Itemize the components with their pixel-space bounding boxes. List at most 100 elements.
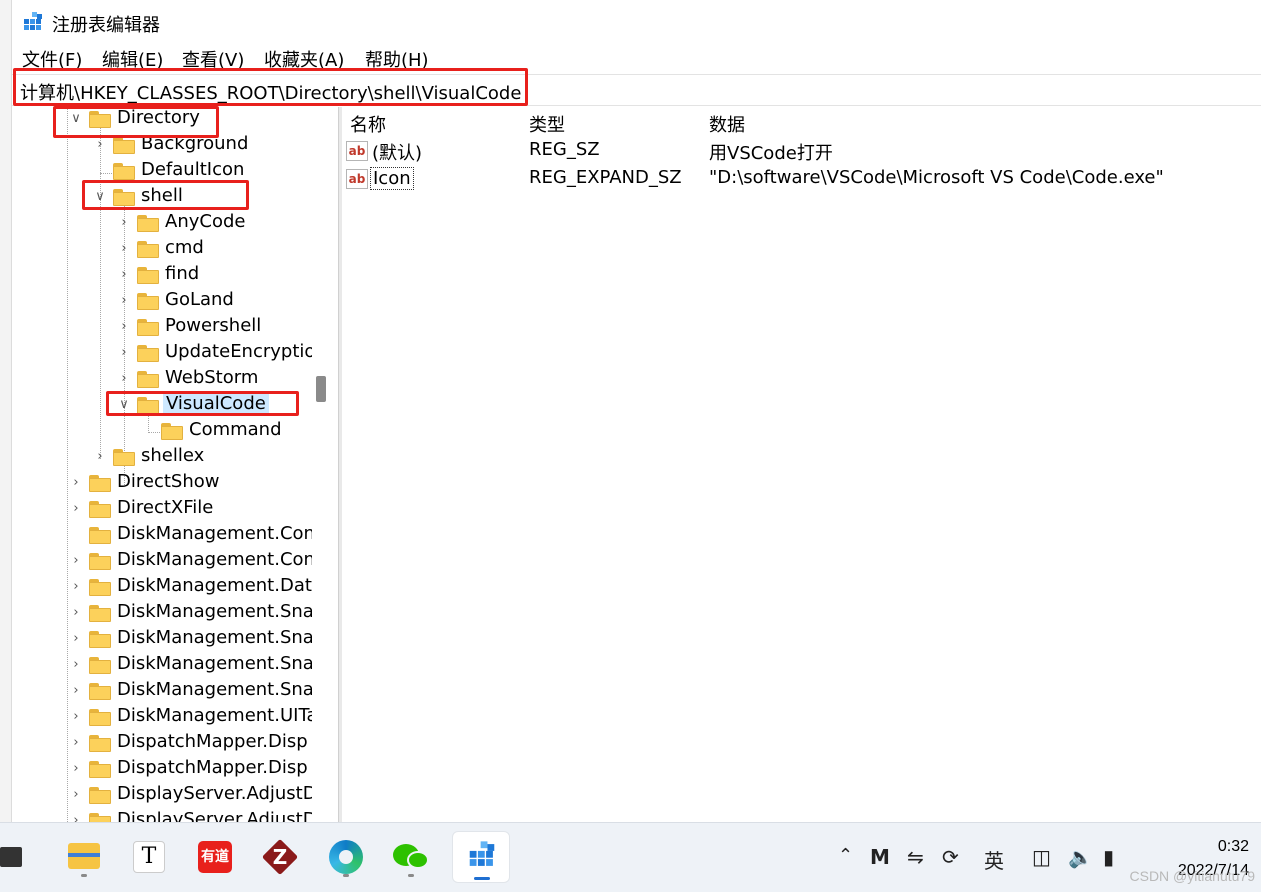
sync-icon[interactable]: ⟳: [942, 845, 959, 869]
folder-icon: [89, 735, 111, 752]
chevron-right-icon[interactable]: ›: [68, 655, 84, 675]
tree-item-updateencryption[interactable]: › UpdateEncryptio: [12, 341, 312, 367]
tree-item-dispatchmapper[interactable]: › DispatchMapper.Disp: [12, 731, 312, 757]
tree-item-defaulticon[interactable]: DefaultIcon: [12, 159, 312, 185]
chevron-right-icon[interactable]: ›: [68, 577, 84, 597]
chevron-down-icon[interactable]: ∨: [116, 395, 132, 415]
chevron-right-icon[interactable]: ›: [68, 733, 84, 753]
tree-item-command[interactable]: Command: [12, 419, 312, 445]
chevron-right-icon[interactable]: ›: [116, 239, 132, 259]
tree-item-label: UpdateEncryptio: [165, 341, 312, 362]
tree-scrollbar[interactable]: [312, 107, 330, 822]
tree-item-visualcode[interactable]: ∨ VisualCode: [12, 393, 312, 419]
menu-file[interactable]: 文件(F): [22, 46, 82, 72]
tree-item-diskmanagement[interactable]: › DiskManagement.Snap: [12, 627, 312, 653]
chevron-right-icon[interactable]: ›: [92, 135, 108, 155]
value-row-default[interactable]: ab (默认) REG_SZ 用VSCode打开: [342, 139, 1242, 165]
value-row-icon[interactable]: ab Icon REG_EXPAND_SZ "D:\software\VSCod…: [342, 167, 1242, 193]
menu-favorites[interactable]: 收藏夹(A): [264, 46, 344, 72]
filezilla-icon[interactable]: Z: [258, 835, 302, 879]
tree-scrollbar-thumb[interactable]: [316, 376, 326, 402]
chevron-right-icon[interactable]: ›: [116, 317, 132, 337]
tree-item-diskmanagement[interactable]: DiskManagement.Con: [12, 523, 312, 549]
menu-edit[interactable]: 编辑(E): [102, 46, 163, 72]
tree-item-directxfile[interactable]: › DirectXFile: [12, 497, 312, 523]
chevron-up-icon[interactable]: ⌃: [838, 845, 853, 866]
sliders-icon[interactable]: ⇋: [907, 845, 924, 869]
tree-item-diskmanagement[interactable]: › DiskManagement.Snap: [12, 679, 312, 705]
chevron-right-icon[interactable]: ›: [116, 343, 132, 363]
typora-icon[interactable]: T: [127, 835, 171, 879]
tree-item-shell[interactable]: ∨ shell: [12, 185, 312, 211]
background-window-edge: [0, 0, 12, 822]
chevron-right-icon[interactable]: ›: [68, 785, 84, 805]
tree-item-diskmanagement[interactable]: › DiskManagement.Snap: [12, 601, 312, 627]
values-list-pane[interactable]: 名称 类型 数据 ab (默认) REG_SZ 用VSCode打开 ab Ico…: [342, 107, 1261, 822]
folder-icon: [137, 371, 159, 388]
chevron-right-icon[interactable]: ›: [116, 265, 132, 285]
tree-item-displayserver[interactable]: › DisplayServer.AdjustD: [12, 783, 312, 809]
folder-icon: [161, 423, 183, 440]
battery-icon[interactable]: ▮: [1103, 845, 1114, 869]
tree-item-displayserver[interactable]: › DisplayServer.AdjustD: [12, 809, 312, 822]
folder-icon: [137, 267, 159, 284]
task-view-icon[interactable]: [0, 835, 26, 879]
address-bar[interactable]: 计算机\HKEY_CLASSES_ROOT\Directory\shell\Vi…: [12, 74, 1261, 106]
chevron-right-icon[interactable]: ›: [68, 473, 84, 493]
tree-item-anycode[interactable]: › AnyCode: [12, 211, 312, 237]
tree-item-webstorm[interactable]: › WebStorm: [12, 367, 312, 393]
tree-item-powershell[interactable]: › Powershell: [12, 315, 312, 341]
tree-item-diskmanagement[interactable]: › DiskManagement.UITa: [12, 705, 312, 731]
chevron-right-icon[interactable]: ›: [116, 291, 132, 311]
wechat-icon[interactable]: [389, 835, 433, 879]
regedit-icon[interactable]: [452, 831, 510, 883]
tree-item-diskmanagement[interactable]: › DiskManagement.Snap: [12, 653, 312, 679]
chevron-down-icon[interactable]: ∨: [92, 187, 108, 207]
tree-item-find[interactable]: › find: [12, 263, 312, 289]
chevron-right-icon[interactable]: ›: [68, 499, 84, 519]
chevron-right-icon[interactable]: ›: [68, 707, 84, 727]
taskbar: T 有道 Z ⌃ M ⇋ ⟳ 英 ◫ 🔈 ▮ 0:32 2022/7/14 CS…: [0, 822, 1261, 892]
folder-icon: [137, 397, 159, 414]
chevron-right-icon[interactable]: ›: [68, 759, 84, 779]
column-header-data[interactable]: 数据: [709, 111, 745, 137]
chevron-right-icon[interactable]: ›: [68, 811, 84, 822]
tree-item-directory[interactable]: ∨ Directory: [12, 107, 312, 133]
youdao-icon[interactable]: 有道: [193, 835, 237, 879]
tree-item-shellex[interactable]: › shellex: [12, 445, 312, 471]
wifi-icon[interactable]: ◫: [1032, 845, 1051, 869]
folder-icon: [89, 605, 111, 622]
tree-item-diskmanagement[interactable]: › DiskManagement.Data: [12, 575, 312, 601]
title-bar[interactable]: 注册表编辑器: [12, 0, 1261, 44]
edge-icon[interactable]: [324, 835, 368, 879]
menu-view[interactable]: 查看(V): [182, 46, 244, 72]
tree-item-background[interactable]: › Background: [12, 133, 312, 159]
chevron-right-icon[interactable]: ›: [68, 681, 84, 701]
column-header-type[interactable]: 类型: [529, 111, 565, 137]
value-data: 用VSCode打开: [709, 143, 833, 164]
tray-app-icon[interactable]: M: [870, 845, 890, 869]
tree-item-goland[interactable]: › GoLand: [12, 289, 312, 315]
tree-item-dispatchmapper[interactable]: › DispatchMapper.Disp: [12, 757, 312, 783]
folder-icon: [137, 241, 159, 258]
chevron-right-icon[interactable]: ›: [68, 551, 84, 571]
chevron-right-icon[interactable]: ›: [68, 629, 84, 649]
folder-icon: [89, 111, 111, 128]
chevron-down-icon[interactable]: ∨: [68, 109, 84, 129]
column-header-name[interactable]: 名称: [350, 111, 386, 137]
address-path[interactable]: 计算机\HKEY_CLASSES_ROOT\Directory\shell\Vi…: [20, 79, 521, 105]
key-tree-pane[interactable]: ∨ Directory › Background DefaultIcon ∨ s…: [12, 107, 312, 822]
tree-item-label: shellex: [141, 445, 205, 466]
chevron-right-icon[interactable]: ›: [116, 213, 132, 233]
watermark: CSDN @yitianutu79: [1129, 868, 1256, 884]
tree-item-cmd[interactable]: › cmd: [12, 237, 312, 263]
chevron-right-icon[interactable]: ›: [92, 447, 108, 467]
tree-item-diskmanagement[interactable]: › DiskManagement.Con: [12, 549, 312, 575]
ime-indicator[interactable]: 英: [984, 845, 1004, 874]
menu-help[interactable]: 帮助(H): [365, 46, 429, 72]
volume-icon[interactable]: 🔈: [1068, 845, 1093, 869]
chevron-right-icon[interactable]: ›: [116, 369, 132, 389]
file-explorer-icon[interactable]: [62, 835, 106, 879]
tree-item-directshow[interactable]: › DirectShow: [12, 471, 312, 497]
chevron-right-icon[interactable]: ›: [68, 603, 84, 623]
